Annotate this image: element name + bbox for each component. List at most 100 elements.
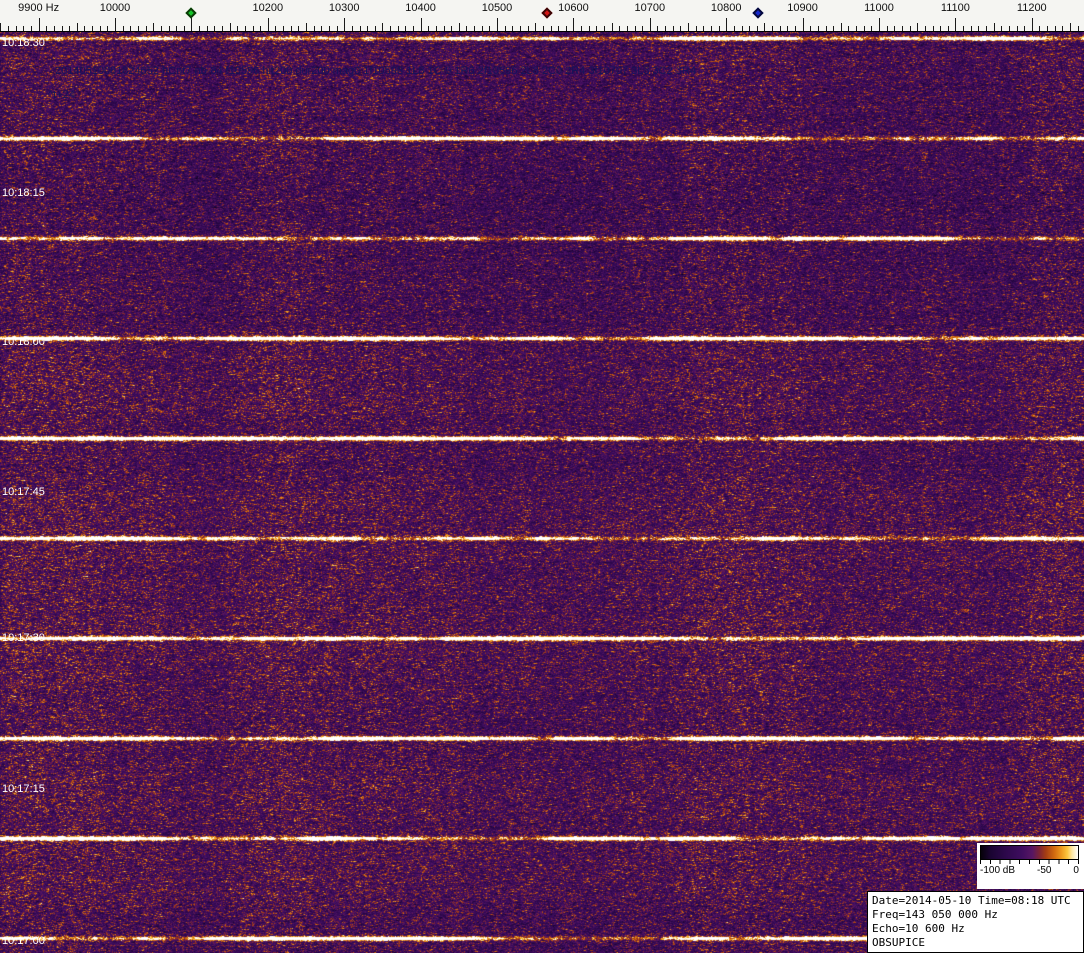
blue-marker-diamond-icon[interactable] [752,7,764,19]
ruler-tick [321,26,323,31]
ruler-tick [252,26,254,31]
ruler-tick [787,26,789,31]
time-label: 10:18:00 [2,336,45,348]
ruler-tick [359,26,361,31]
ruler-tick [519,26,521,31]
ruler-tick [772,26,773,31]
ruler-tick [420,18,422,31]
ruler-tick [978,26,980,31]
ruler-tick [1047,26,1049,31]
ruler-tick [30,26,32,31]
ruler-tick [283,26,285,31]
ruler-tick [267,18,269,31]
ruler-tick [688,23,689,31]
spectrogram-canvas[interactable] [0,32,1084,953]
ruler-tick [313,26,315,31]
ruler-tick [244,26,246,31]
red-marker-diamond-icon[interactable] [540,7,553,19]
colorbar-ticks [980,860,1079,864]
ruler-tick [527,26,529,31]
detection-annotation: 20140510081824652 hCnt7 nb-84 f10596 hit… [48,65,696,102]
ruler-tick [466,26,468,31]
ruler-tick [451,26,453,31]
ruler-tick [626,26,628,31]
ruler-tick [940,26,942,31]
detection-annotation-offset: ^t+24 [48,89,75,101]
ruler-freq-label: 10700 [634,2,666,14]
ruler-tick [901,26,903,31]
time-label: 10:17:00 [2,935,45,947]
ruler-tick [115,18,116,31]
ruler-tick [764,23,766,31]
ruler-tick [61,26,63,31]
time-label: 10:17:15 [2,783,45,795]
detection-annotation-text: 20140510081824652 hCnt7 nb-84 f10596 hit… [55,65,696,77]
ruler-tick [153,23,155,31]
ruler-tick [504,26,506,31]
ruler-tick [15,26,17,31]
ruler-tick [84,26,86,31]
info-line-date: Date=2014-05-10 Time=08:18 UTC [872,894,1071,907]
ruler-tick [642,26,644,31]
ruler-tick [328,26,330,31]
ruler-tick [191,18,193,31]
ruler-tick [848,26,850,31]
colorbar-label-min: -100 dB [980,865,1016,876]
ruler-tick [588,26,590,31]
ruler-tick [718,26,720,31]
colorbar-label-max: 0 [1073,865,1079,876]
ruler-tick [374,26,376,31]
ruler-freq-label: 10600 [558,2,589,14]
ruler-tick [497,18,498,31]
ruler-tick [672,26,674,31]
ruler-tick [603,26,605,31]
ruler-tick [970,26,972,31]
ruler-tick [412,26,414,31]
ruler-tick [565,26,567,31]
ruler-freq-label: 10000 [99,2,131,14]
ruler-tick [756,26,758,31]
ruler-tick [489,26,491,31]
ruler-tick [229,23,231,31]
ruler-tick [298,26,300,31]
info-line-echo: Echo=10 600 Hz [872,922,965,935]
ruler-tick [382,23,384,31]
ruler-tick [1062,26,1064,31]
ruler-tick [1024,26,1026,31]
ruler-tick [985,26,987,31]
green-marker-diamond-icon[interactable] [185,7,198,19]
ruler-tick [76,23,78,31]
ruler-tick [947,26,949,31]
ruler-tick [481,26,483,31]
ruler-tick [535,23,537,31]
ruler-freq-label: 11200 [1016,2,1047,14]
ruler-tick [749,26,751,31]
ruler-tick [176,26,178,31]
ruler-freq-label: 10900 [787,2,818,14]
ruler-tick [107,26,109,31]
spectrogram-app: 9900 Hz 10000 10200 10300 10400 10500 10600 107… [0,0,1084,953]
ruler-tick [237,26,239,31]
ruler-tick [145,26,147,31]
ruler-tick [275,26,277,31]
colorbar-label-mid: -50 [1037,865,1052,876]
ruler-tick [367,26,369,31]
frequency-ruler[interactable]: 9900 Hz 10000 10200 10300 10400 10500 10600 107… [0,0,1084,32]
ruler-tick [879,18,880,31]
ruler-tick [512,26,514,31]
ruler-tick [924,26,926,31]
ruler-tick [649,18,651,31]
ruler-tick [69,26,71,31]
info-line-freq: Freq=143 050 000 Hz [872,908,998,921]
ruler-tick [779,26,781,31]
ruler-freq-label: 11100 [940,2,970,14]
ruler-freq-label: 11000 [864,2,894,14]
ruler-tick [611,23,613,31]
ruler-freq-label: 10300 [328,2,360,14]
ruler-tick [909,26,911,31]
info-box: Date=2014-05-10 Time=08:18 UTC Freq=143 … [867,891,1084,953]
ruler-tick [130,26,132,31]
ruler-tick [665,26,667,31]
ruler-tick [573,18,575,31]
ruler-tick [1039,26,1041,31]
